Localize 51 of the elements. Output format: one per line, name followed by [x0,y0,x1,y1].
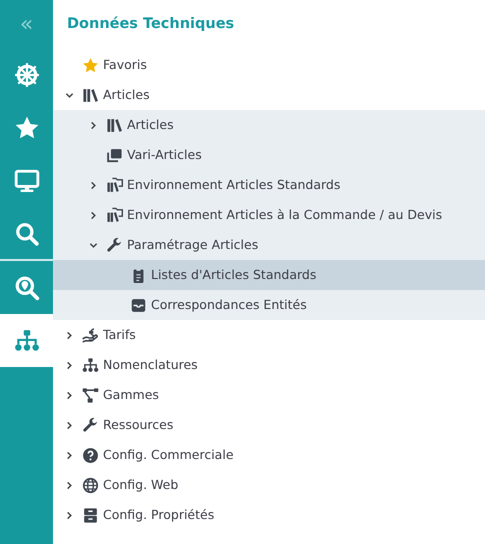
location-search-icon [14,274,40,300]
tree-item[interactable]: Correspondances Entités [53,290,485,320]
globe-icon [82,476,98,494]
star-icon [14,114,40,140]
monitor-icon [14,168,40,194]
books-folder-icon [106,206,122,224]
chevron-right-icon[interactable] [64,330,74,340]
tree-item[interactable]: Paramétrage Articles [53,230,485,260]
chevron-right-icon[interactable] [88,180,98,190]
hierarchy-icon [14,328,40,354]
panel-title: Données Techniques [67,15,234,34]
chevron-down-icon[interactable] [64,90,74,100]
wrench-icon [106,236,122,254]
tree-item[interactable]: Environnement Articles Standards [53,170,485,200]
question-icon [82,446,98,464]
ship-wheel-icon [14,62,40,88]
stacked-cards-icon [106,146,122,164]
chevron-right-icon[interactable] [64,390,74,400]
search-icon [14,220,40,246]
chevron-right-icon[interactable] [64,480,74,490]
chevron-right-icon[interactable] [64,450,74,460]
chevron-right-icon[interactable] [88,210,98,220]
chevron-right-icon[interactable] [88,120,98,130]
tree-item[interactable]: Favoris [53,50,485,80]
tree-item[interactable]: Config. Web [53,470,485,500]
hand-euro-icon [82,326,98,344]
tree-item[interactable]: Tarifs [53,320,485,350]
chevron-right-icon[interactable] [64,420,74,430]
tray-icon [130,296,146,314]
tree-item[interactable]: Ressources [53,410,485,440]
hierarchy-icon [82,356,98,374]
star-icon [82,56,98,74]
books-folder-icon [106,176,122,194]
tree-item[interactable]: Config. Commerciale [53,440,485,470]
tree-item[interactable]: Articles [53,80,485,110]
books-icon [106,116,122,134]
nodes-icon [82,386,98,404]
nav-button[interactable] [0,314,53,367]
tree-item[interactable]: Nomenclatures [53,350,485,380]
tree-item[interactable]: Gammes [53,380,485,410]
books-icon [82,86,98,104]
wrench-icon [82,416,98,434]
cabinet-icon [82,506,98,524]
tree-item[interactable]: Listes d'Articles Standards [53,260,485,290]
chevron-right-icon[interactable] [64,510,74,520]
tree-item[interactable]: Vari-Articles [53,140,485,170]
tree-item[interactable]: Environnement Articles à la Commande / au Devis [53,200,485,230]
tree-item[interactable]: Articles [53,110,485,140]
chevron-right-icon[interactable] [64,360,74,370]
tree-item[interactable]: Config. Propriétés [53,500,485,530]
chevron-down-icon[interactable] [88,240,98,250]
